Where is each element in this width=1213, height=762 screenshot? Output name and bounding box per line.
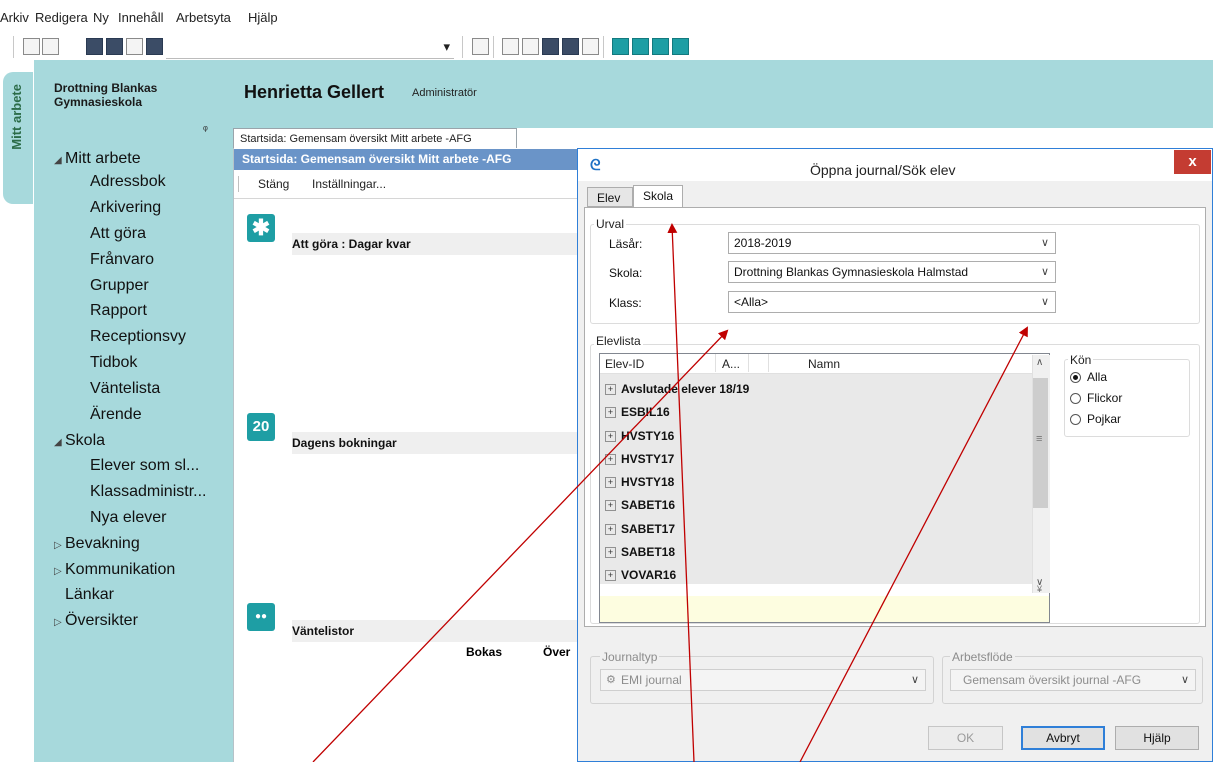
- annotation-arrow-skola-tab: [667, 223, 695, 762]
- annotation-arrow-klass-label: [312, 329, 729, 762]
- annotation-arrows: [312, 223, 1028, 762]
- annotation-arrow-klass-select: [799, 326, 1028, 762]
